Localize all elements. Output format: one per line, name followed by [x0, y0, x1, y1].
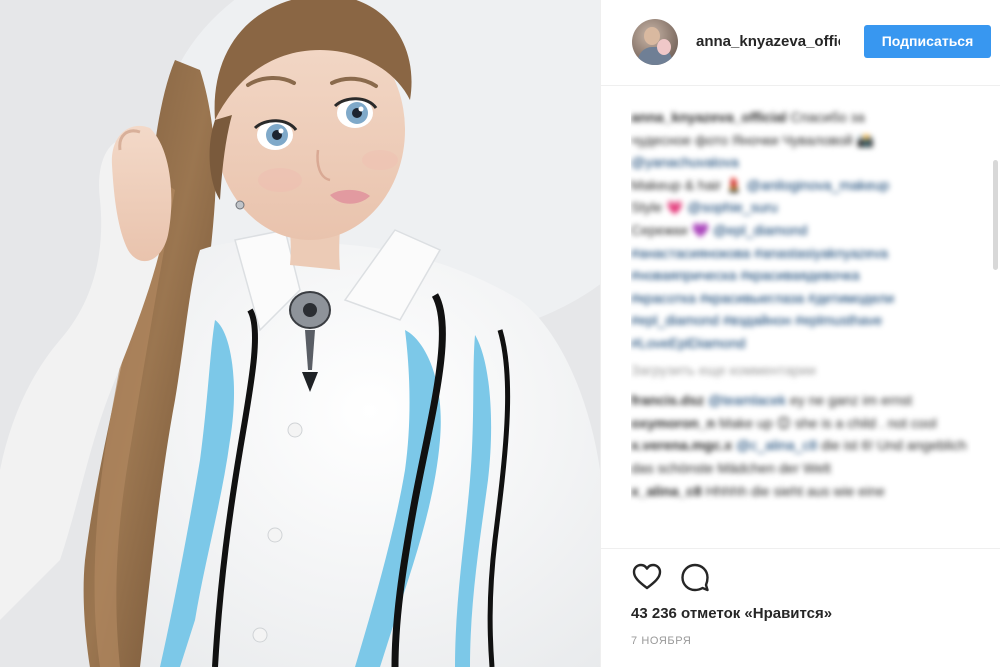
- post-actions: 43 236 отметок «Нравится» 7 НОЯБРЯ: [601, 548, 1000, 667]
- comment-username[interactable]: x.verena.mgc.x: [631, 437, 732, 453]
- comment-item: x.verena.mgc.x @c_alina_c8 die ist 6! Un…: [631, 434, 971, 479]
- comment-item: x_alina_c8 Hhhhh die sieht aus wie eine: [631, 480, 971, 503]
- caption-hashtags-3[interactable]: #красотка #красивыеглаза #детимодели: [631, 290, 894, 306]
- comment-text: Make up 😊 she is a child . not cool: [718, 414, 937, 431]
- caption-text-2: чудесное фото Яночки Чуваловой 📸: [631, 131, 875, 148]
- heart-icon[interactable]: [631, 561, 663, 593]
- avatar[interactable]: [632, 19, 678, 65]
- load-more-comments[interactable]: Загрузить еще комментарии: [631, 359, 971, 382]
- post-header: anna_knyazeva_official Подписаться: [601, 0, 1000, 86]
- comment-icon[interactable]: [679, 561, 711, 593]
- caption-earrings-label: Сережки 💜: [631, 221, 709, 238]
- caption-hashtags-1[interactable]: #анастасиянокова #anastasiyaknyazeva: [631, 245, 888, 261]
- post-username[interactable]: anna_knyazeva_official: [696, 33, 840, 50]
- post-date[interactable]: 7 НОЯБРЯ: [631, 635, 691, 647]
- caption-style-mention[interactable]: @sophie_suru: [687, 199, 778, 215]
- post-photo[interactable]: [0, 0, 600, 667]
- caption-hashtags-5[interactable]: #LoveEplDiamond: [631, 335, 745, 351]
- caption-hashtags-2[interactable]: #новаяприческа #красиваядевочка: [631, 267, 860, 283]
- likes-count[interactable]: 43 236 отметок «Нравится»: [631, 605, 832, 622]
- caption: anna_knyazeva_official Спасибо за чудесн…: [631, 106, 971, 355]
- comment-mention[interactable]: @teamlacek: [708, 392, 786, 408]
- comments-section: anna_knyazeva_official Спасибо за чудесн…: [631, 106, 971, 546]
- caption-text-1: Спасибо за: [790, 109, 865, 125]
- comment-mention[interactable]: @c_alina_c8: [736, 437, 817, 453]
- caption-username[interactable]: anna_knyazeva_official: [631, 109, 787, 125]
- caption-earrings-mention[interactable]: @epl_diamond: [713, 222, 807, 238]
- comment-username[interactable]: x_alina_c8: [631, 483, 702, 499]
- comment-item: oxymoron_n Make up 😊 she is a child . no…: [631, 412, 971, 435]
- caption-hashtags-4[interactable]: #epl_diamond #вздайнон #eplmusthave: [631, 312, 882, 328]
- comment-text: Hhhhh die sieht aus wie eine: [705, 482, 885, 499]
- comment-item: francis.dsz @teamlacek ey ne ganz im ern…: [631, 389, 971, 412]
- comment-text: ey ne ganz im ernst: [789, 392, 913, 409]
- caption-mention-1[interactable]: @yanachuvalova: [631, 154, 739, 170]
- follow-button[interactable]: Подписаться: [864, 25, 991, 58]
- caption-style-label: Style 💗: [631, 199, 684, 216]
- caption-makeup-label: Makeup & hair 💄: [631, 176, 743, 193]
- comments-scrollbar[interactable]: [993, 160, 998, 270]
- comment-username[interactable]: francis.dsz: [631, 392, 704, 408]
- post-side-panel: anna_knyazeva_official Подписаться anna_…: [600, 0, 1000, 667]
- comment-username[interactable]: oxymoron_n: [631, 415, 715, 431]
- photo-illustration: [0, 0, 600, 667]
- caption-makeup-mention[interactable]: @aniloginova_makeup: [746, 177, 889, 193]
